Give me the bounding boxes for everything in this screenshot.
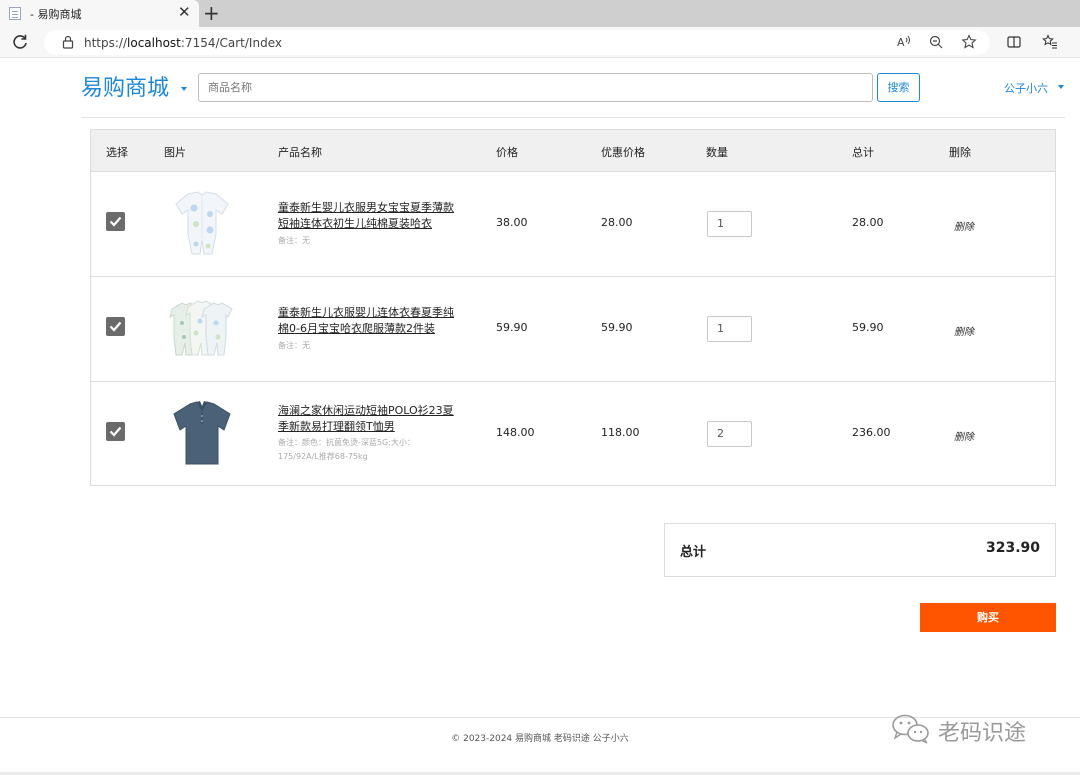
product-note: 备注：无 [278,236,310,245]
user-menu[interactable]: 公子小六 [1004,80,1048,96]
wechat-icon [892,714,929,744]
header-divider [81,117,1065,118]
product-name-link[interactable]: 童泰新生婴儿衣服男女宝宝夏季薄款短袖连体衣初生儿纯棉夏装哈衣 [278,200,463,232]
quantity-input[interactable]: 1 [707,211,752,237]
tab-title: - 易购商城 [30,8,82,21]
col-select: 选择 [106,146,128,159]
watermark-text: 老码识途 [938,721,1027,746]
lock-icon[interactable] [61,35,75,49]
cart-table-header: 选择 图片 产品名称 价格 优惠价格 数量 总计 删除 [91,130,1055,171]
product-note: 备注：无 [278,341,310,350]
checkmark-icon [109,216,122,227]
summary-label: 总计 [680,545,707,560]
item-discount-price: 59.90 [601,321,633,334]
item-total: 59.90 [852,321,884,334]
col-delete: 删除 [949,146,971,159]
svg-text:A: A [897,36,905,49]
item-checkbox[interactable] [106,422,125,441]
summary-total: 323.90 [985,540,1040,556]
browser-tab-bar: - 易购商城 ✕ + [0,0,1080,27]
read-aloud-icon[interactable]: A [896,34,912,50]
cart-table: 选择 图片 产品名称 价格 优惠价格 数量 总计 删除 童泰新生婴儿衣服男女宝宝… [90,129,1056,486]
close-tab-icon[interactable]: ✕ [178,3,191,21]
col-quantity: 数量 [706,146,728,159]
col-image: 图片 [164,146,186,159]
item-price: 59.90 [496,321,528,334]
item-discount-price: 28.00 [601,216,633,229]
new-tab-icon[interactable]: + [203,1,220,25]
favorite-star-icon[interactable] [961,34,977,50]
polo-shirt-icon[interactable] [166,398,238,470]
url-scheme: https:// [84,36,128,50]
checkmark-icon [109,426,122,437]
url-text: https://localhost:7154/Cart/Index [84,36,282,50]
item-total: 236.00 [852,426,891,439]
quantity-input[interactable]: 2 [707,421,752,447]
product-name-link[interactable]: 海澜之家休闲运动短袖POLO衫23夏季新款易打理翻领T恤男 [278,403,463,435]
reload-icon[interactable] [11,33,29,51]
table-row: 童泰新生婴儿衣服男女宝宝夏季薄款短袖连体衣初生儿纯棉夏装哈衣 备注：无 38.0… [91,171,1055,276]
watermark: 老码识途 [890,712,1050,746]
item-checkbox[interactable] [106,212,125,231]
split-screen-icon[interactable] [1006,34,1022,50]
col-total: 总计 [852,146,874,159]
col-discount-price: 优惠价格 [601,146,645,159]
quantity-input[interactable]: 1 [707,316,752,342]
user-caret-icon[interactable] [1058,85,1064,89]
browser-tab[interactable]: - 易购商城 ✕ [0,0,199,27]
cart-summary: 总计 323.90 [664,523,1056,577]
item-price: 38.00 [496,216,528,229]
url-path: :7154/Cart/Index [180,36,282,50]
product-name-link[interactable]: 童泰新生儿衣服婴儿连体衣春夏季纯棉0-6月宝宝哈衣爬服薄款2件装 [278,305,463,337]
table-row: 童泰新生儿衣服婴儿连体衣春夏季纯棉0-6月宝宝哈衣爬服薄款2件装 备注：无 59… [91,276,1055,381]
checkmark-icon [109,321,122,332]
delete-link[interactable]: 删除 [954,218,974,233]
col-price: 价格 [496,146,518,159]
item-discount-price: 118.00 [601,426,640,439]
site-brand-link[interactable]: 易购商城 [81,70,169,102]
delete-link[interactable]: 删除 [954,428,974,443]
delete-link[interactable]: 删除 [954,323,974,338]
col-product-name: 产品名称 [278,146,322,159]
product-note: 备注：颜色：抗菌免烫-深蓝5G;大小：175/92A/L推荐68-75kg [278,438,415,461]
search-button[interactable]: 搜索 [877,73,920,102]
browser-toolbar: https://localhost:7154/Cart/Index A [0,27,1080,58]
baby-onesies-icon[interactable] [166,293,238,365]
product-search-input[interactable] [198,73,873,102]
baby-romper-icon[interactable] [166,188,238,260]
table-row: 海澜之家休闲运动短袖POLO衫23夏季新款易打理翻领T恤男 备注：颜色：抗菌免烫… [91,381,1055,486]
item-checkbox[interactable] [106,317,125,336]
favorites-list-icon[interactable] [1042,34,1058,50]
item-total: 28.00 [852,216,884,229]
buy-button[interactable]: 购买 [920,603,1056,632]
zoom-out-icon[interactable] [928,34,944,50]
item-price: 148.00 [496,426,535,439]
address-bar[interactable]: https://localhost:7154/Cart/Index A [44,30,990,55]
url-host: localhost [127,36,181,50]
brand-caret-icon[interactable] [181,87,187,91]
page-favicon-icon [9,7,21,20]
